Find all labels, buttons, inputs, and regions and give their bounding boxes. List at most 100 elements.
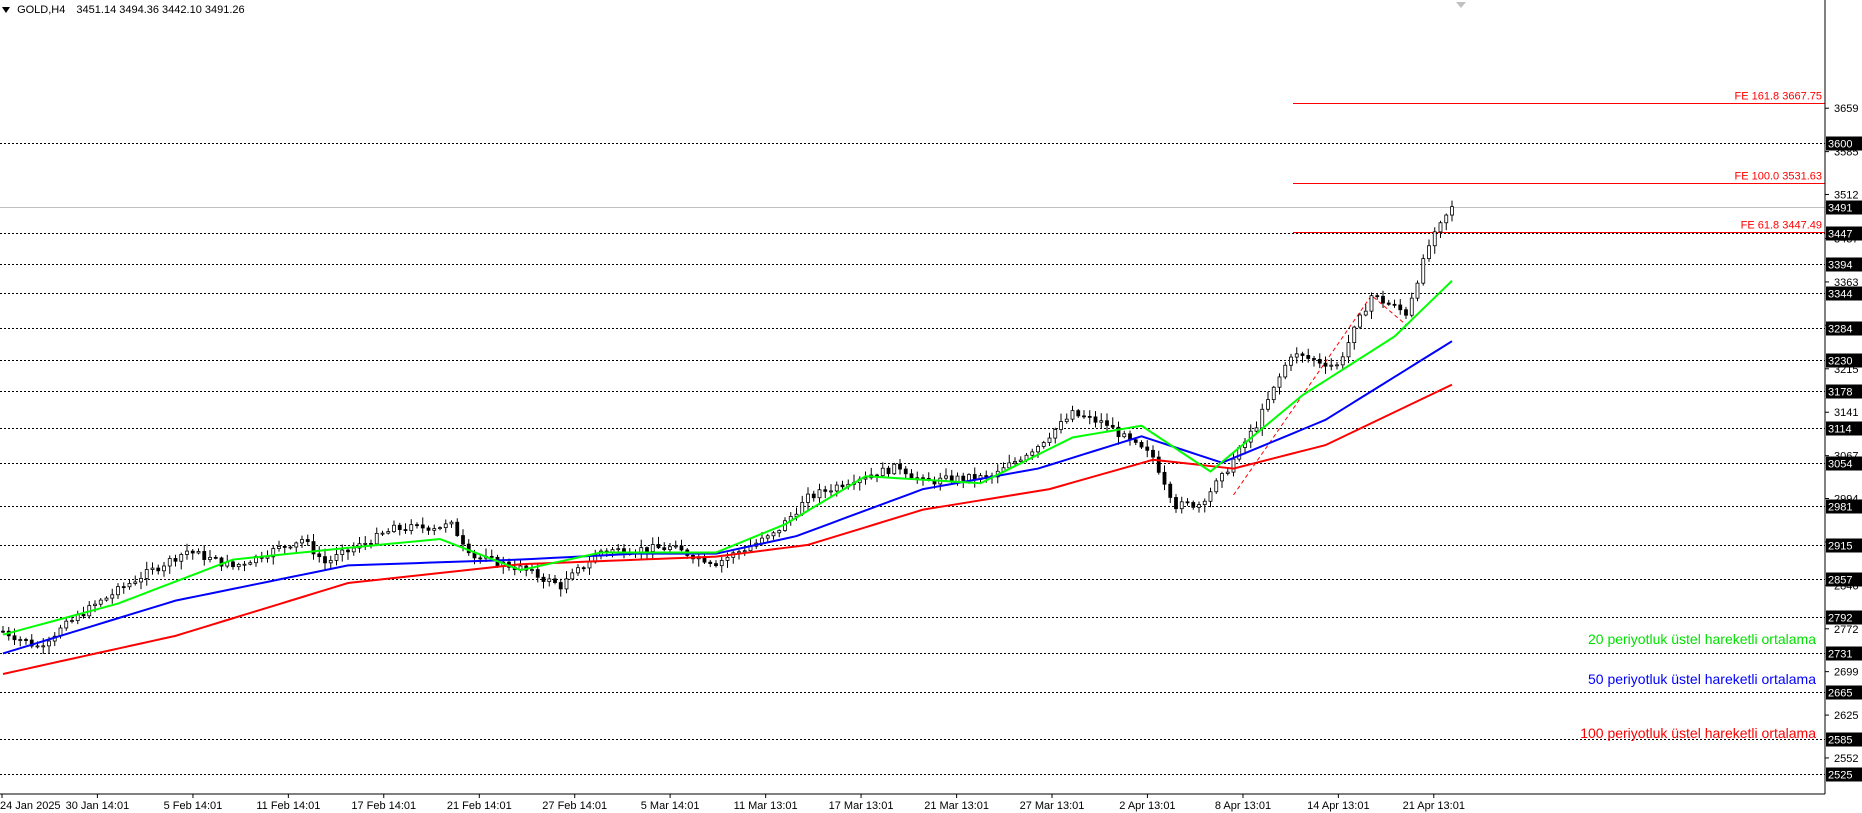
candle-body	[1323, 362, 1328, 367]
candle-body	[328, 559, 333, 564]
candle-body	[1151, 449, 1155, 458]
shift-marker-icon	[1456, 2, 1466, 8]
candle-body	[1174, 497, 1178, 510]
candle-body	[921, 477, 925, 480]
candle-body	[1087, 415, 1092, 418]
candle-body	[1185, 501, 1190, 504]
candle-body	[725, 556, 730, 561]
level-badge-label: 2585	[1828, 735, 1852, 747]
candle-body	[984, 475, 989, 478]
candlesticks	[1, 200, 1454, 654]
candle-body	[967, 474, 971, 481]
moving-averages	[2, 280, 1453, 675]
time-tick-label: 11 Feb 14:01	[256, 800, 320, 812]
time-tick-label: 30 Jan 14:01	[66, 800, 130, 812]
candle-body	[581, 567, 586, 570]
candle-body	[1208, 491, 1213, 502]
candle-body	[1392, 303, 1397, 306]
candle-body	[1427, 245, 1431, 260]
time-tick-label: 17 Feb 14:01	[351, 800, 416, 812]
candle-body	[1047, 437, 1052, 443]
candle-body	[903, 468, 908, 475]
candle-body	[564, 578, 569, 590]
candle-body	[162, 565, 166, 572]
level-badge-label: 3491	[1828, 203, 1852, 215]
price-tick-label: 2552	[1834, 753, 1858, 765]
fib-level-label: FE 161.8 3667.75	[1735, 91, 1822, 103]
fibonacci-expansion[interactable]: FE 161.8 3667.75 FE 100.0 3531.63 FE 61.8 …	[1233, 91, 1826, 496]
fib-level-label: FE 61.8 3447.49	[1741, 220, 1822, 232]
candle-body	[317, 553, 322, 558]
candle-body	[1340, 356, 1345, 366]
level-badge-label: 3114	[1828, 424, 1852, 436]
candle-body	[668, 546, 672, 551]
candle-body	[1271, 386, 1276, 401]
horizontal-levels	[0, 143, 1825, 775]
candle-body	[47, 640, 51, 647]
candle-body	[346, 549, 350, 553]
candle-body	[1162, 471, 1167, 485]
candle-body	[558, 582, 563, 590]
candle-body	[1283, 364, 1288, 378]
candle-body	[811, 493, 816, 499]
candle-body	[1450, 206, 1454, 216]
candle-body	[179, 554, 184, 562]
candle-body	[1363, 310, 1368, 316]
level-badge-label: 3178	[1828, 387, 1852, 399]
candle-body	[656, 544, 661, 549]
candle-body	[840, 484, 845, 488]
candle-body	[1369, 295, 1374, 312]
candle-body	[1139, 441, 1144, 448]
candle-body	[489, 555, 494, 558]
candle-body	[438, 527, 442, 530]
candle-body	[432, 528, 437, 531]
candle-body	[679, 545, 684, 551]
candle-body	[719, 560, 724, 567]
candle-body	[570, 572, 575, 580]
candle-body	[236, 563, 241, 568]
candle-body	[1202, 500, 1207, 506]
level-badge-label: 3600	[1828, 139, 1852, 151]
collapse-triangle-icon[interactable]	[2, 7, 10, 14]
candle-body	[305, 539, 310, 542]
candle-body	[547, 578, 552, 582]
candle-body	[1064, 418, 1069, 422]
candle-body	[1289, 356, 1293, 366]
candle-body	[1300, 353, 1305, 356]
candle-body	[1381, 295, 1385, 304]
candle-body	[248, 562, 253, 565]
candle-body	[1317, 359, 1322, 364]
candle-body	[288, 546, 293, 549]
symbol-header[interactable]: GOLD,H4 3451.14 3494.36 3442.10 3491.26	[2, 4, 245, 16]
candle-body	[1133, 439, 1138, 443]
candle-body	[892, 463, 897, 475]
candle-body	[1225, 471, 1230, 474]
price-chart[interactable]: FE 161.8 3667.75 FE 100.0 3531.63 FE 61.8 …	[0, 0, 1862, 813]
candle-body	[121, 586, 126, 589]
candle-body	[1352, 326, 1357, 344]
candle-body	[806, 493, 810, 503]
candle-body	[829, 490, 833, 493]
candle-body	[144, 569, 149, 579]
candle-body	[1059, 421, 1063, 430]
candle-body	[426, 527, 431, 531]
candle-body	[1013, 461, 1017, 464]
candle-body	[242, 563, 247, 566]
candle-body	[127, 583, 132, 588]
candle-body	[1105, 420, 1109, 426]
time-tick-label: 11 Mar 13:01	[734, 800, 798, 812]
level-badge-label: 2665	[1828, 688, 1852, 700]
time-tick-label: 27 Feb 14:01	[542, 800, 607, 812]
candle-body	[1346, 342, 1351, 358]
candle-body	[380, 532, 385, 535]
candle-body	[133, 581, 138, 584]
candle-body	[420, 524, 425, 529]
candle-body	[190, 550, 195, 554]
candle-body	[98, 599, 103, 605]
candle-body	[167, 558, 172, 567]
candle-body	[461, 535, 465, 545]
candle-body	[1231, 458, 1236, 473]
candle-body	[1220, 473, 1224, 482]
candle-body	[1030, 451, 1035, 456]
candle-body	[1093, 416, 1098, 423]
